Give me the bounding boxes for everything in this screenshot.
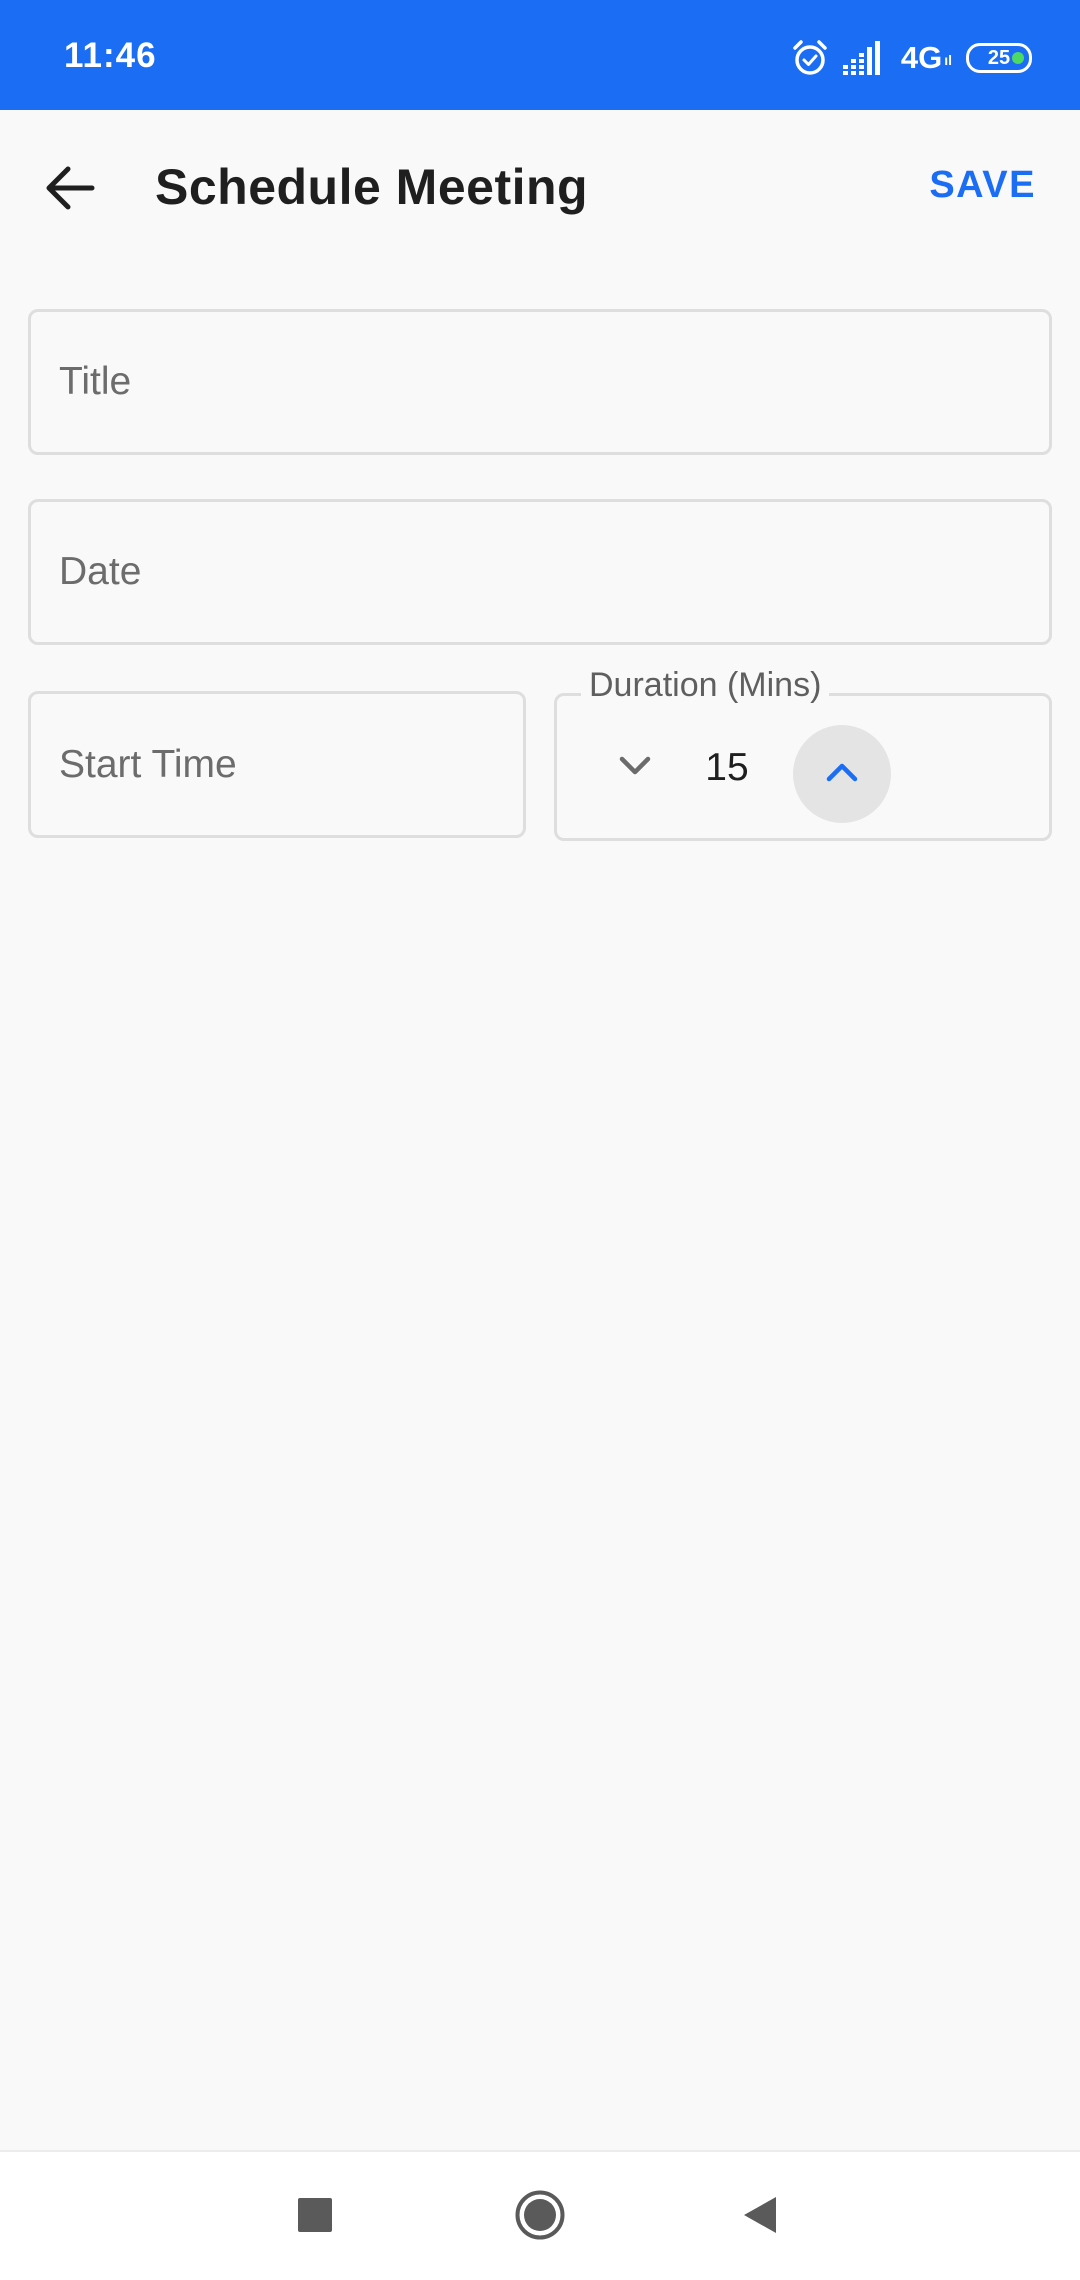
decrement-button[interactable] — [593, 726, 677, 810]
triangle-back-icon — [741, 2195, 779, 2240]
status-icons: 4G ıl 25 — [791, 36, 1032, 80]
signal-icon — [842, 41, 887, 75]
nav-back-button[interactable] — [725, 2182, 795, 2252]
page-title: Schedule Meeting — [155, 159, 589, 215]
home-button[interactable] — [505, 2182, 575, 2252]
duration-stepper: Duration (Mins) 15 — [554, 666, 1052, 841]
back-button[interactable] — [30, 150, 110, 230]
system-nav-bar — [0, 2150, 1080, 2280]
start-time-input[interactable] — [59, 694, 503, 835]
recents-button[interactable] — [280, 2182, 350, 2252]
title-field[interactable] — [28, 309, 1052, 455]
battery-icon: 25 — [966, 43, 1032, 73]
network-type: 4G ıl — [900, 40, 952, 75]
chevron-up-icon — [825, 761, 859, 788]
status-time: 11:46 — [64, 36, 157, 75]
circle-icon — [514, 2189, 566, 2246]
increment-button[interactable] — [793, 725, 891, 823]
status-bar: 11:46 4G ıl 25 — [0, 0, 1080, 110]
duration-label: Duration (Mins) — [581, 666, 830, 705]
battery-level: 25 — [987, 46, 1011, 69]
date-input[interactable] — [59, 502, 1029, 642]
save-button[interactable]: SAVE — [929, 164, 1036, 207]
start-time-field[interactable] — [28, 691, 526, 838]
alarm-icon — [791, 39, 829, 77]
date-field[interactable] — [28, 499, 1052, 645]
chevron-down-icon — [618, 755, 652, 782]
arrow-left-icon — [44, 164, 96, 217]
title-input[interactable] — [59, 312, 1029, 452]
duration-value: 15 — [705, 746, 749, 789]
app-bar: Schedule Meeting SAVE — [0, 110, 1080, 270]
square-icon — [297, 2197, 333, 2238]
